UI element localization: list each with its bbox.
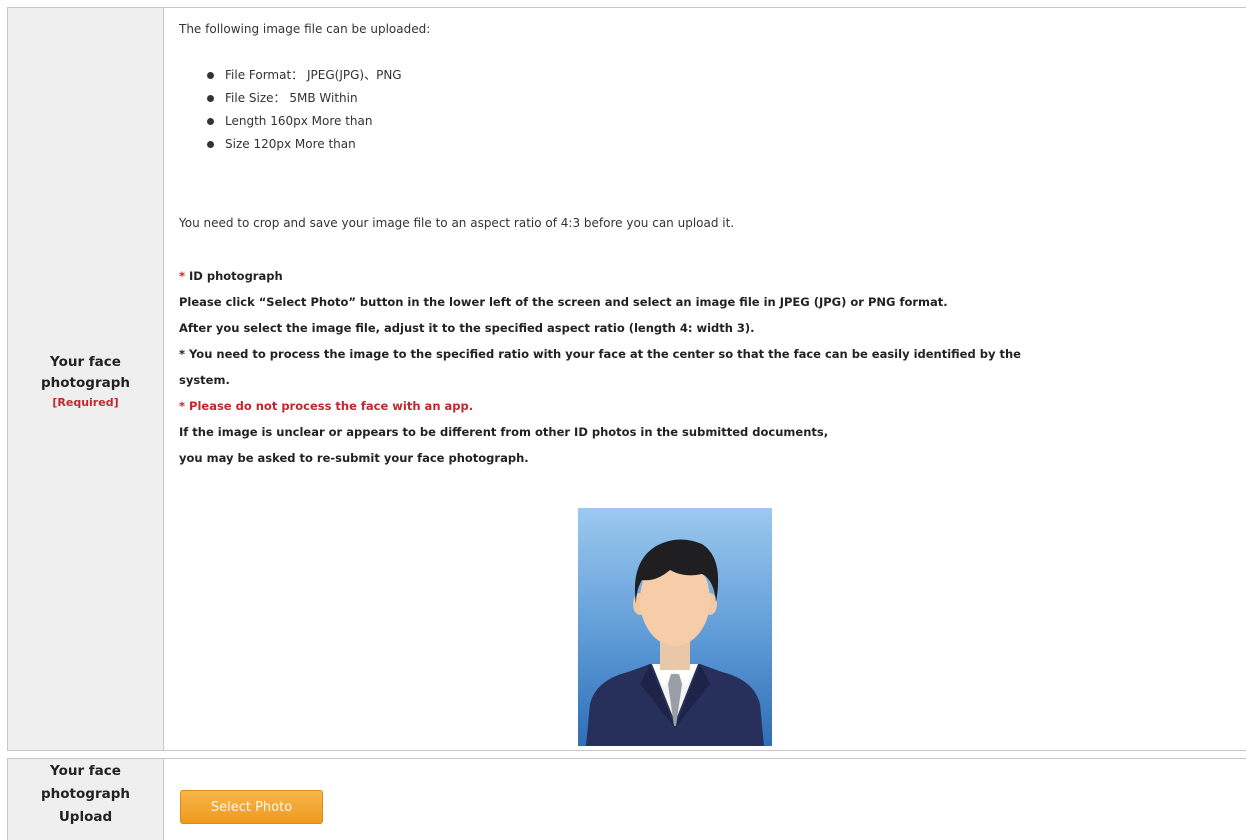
instruction-aspect-ratio: After you select the image file, adjust … — [179, 321, 755, 335]
requirement-file-size: File Size： 5MB Within — [207, 87, 402, 110]
file-requirements-list: File Format： JPEG(JPG)、PNG File Size： 5M… — [207, 64, 402, 156]
instruction-face-center: * You need to process the image to the s… — [179, 347, 1021, 361]
instruction-resubmit: you may be asked to re-submit your face … — [179, 451, 529, 465]
requirement-size: Size 120px More than — [207, 133, 402, 156]
requirement-length: Length 160px More than — [207, 110, 402, 133]
upload-label-cell: Your face photograph Upload — [7, 759, 164, 840]
required-badge: [Required] — [52, 396, 119, 409]
requirement-file-format: File Format： JPEG(JPG)、PNG — [207, 64, 402, 87]
instruction-select-photo: Please click “Select Photo” button in th… — [179, 295, 948, 309]
instruction-unclear-image: If the image is unclear or appears to be… — [179, 425, 829, 439]
face-photograph-label: Your face photograph [Required] — [8, 352, 163, 412]
instruction-face-center-cont: system. — [179, 373, 230, 387]
upload-intro-text: The following image file can be uploaded… — [179, 22, 431, 36]
upload-label: Your face photograph Upload — [41, 763, 130, 825]
crop-aspect-note: You need to crop and save your image fil… — [179, 216, 735, 230]
id-photo-instructions: * ID photograph Please click “Select Pho… — [179, 263, 1021, 471]
face-photograph-label-cell: Your face photograph [Required] — [7, 8, 164, 750]
sample-id-photo — [578, 508, 772, 746]
no-app-warning: * Please do not process the face with an… — [179, 399, 474, 413]
id-photo-heading: * ID photograph — [179, 269, 283, 283]
select-photo-button[interactable]: Select Photo — [180, 790, 323, 824]
